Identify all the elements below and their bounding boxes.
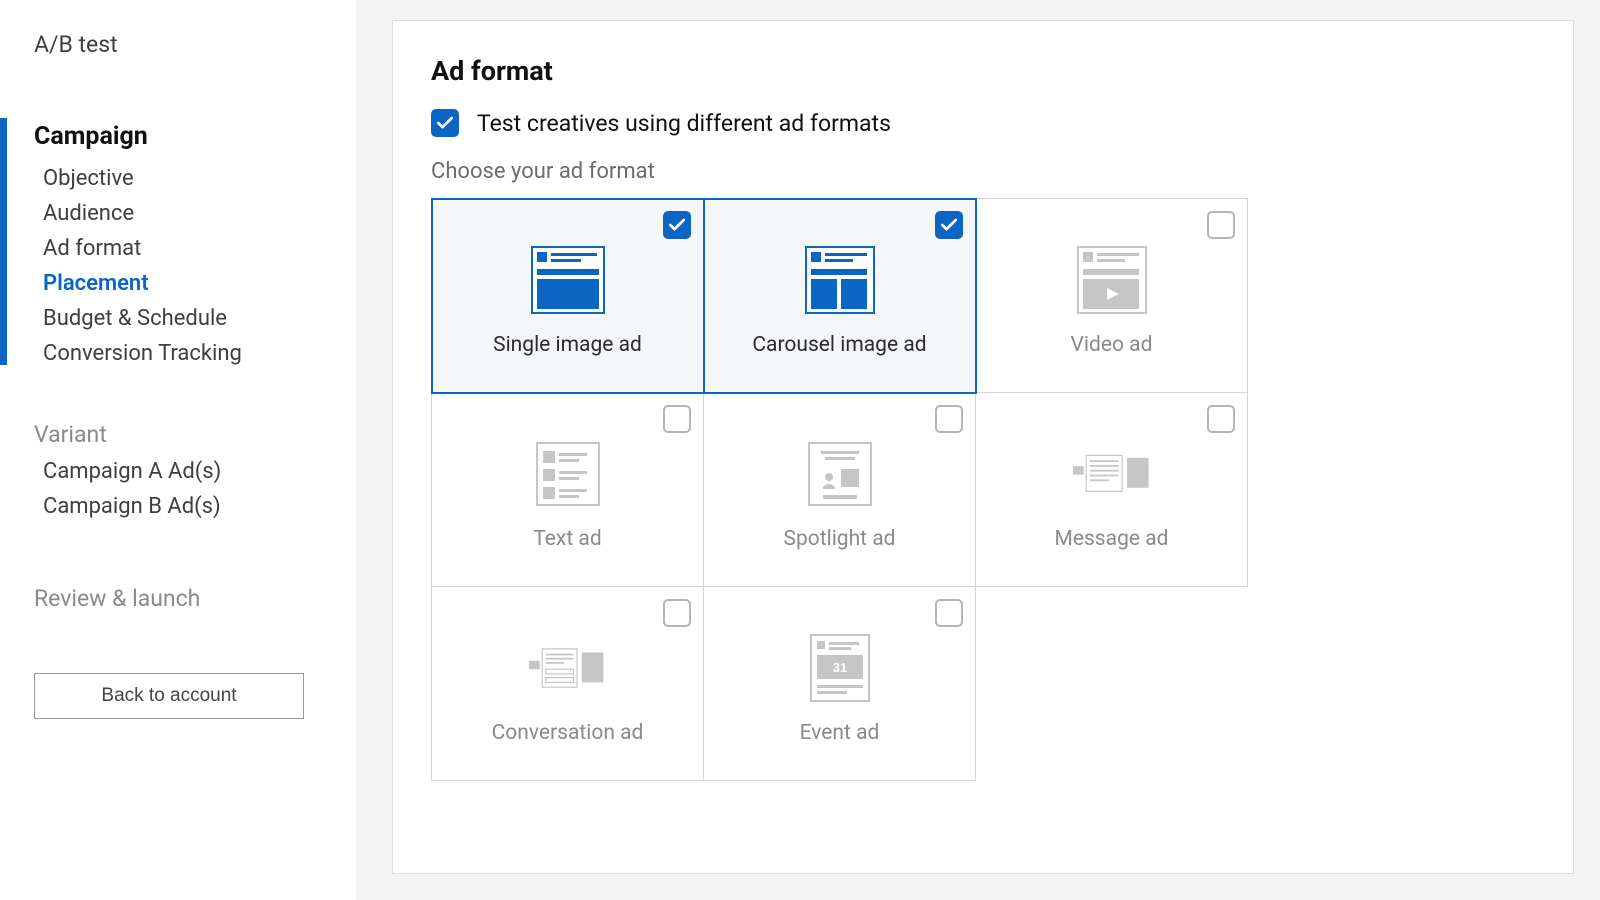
carousel-icon (801, 241, 879, 319)
format-tile-text[interactable]: Text ad (432, 393, 704, 587)
format-label-conversation: Conversation ad (492, 721, 644, 745)
nav-item-campaign-b-ads[interactable]: Campaign B Ad(s) (34, 489, 332, 524)
nav-sub-item-budget[interactable]: Budget & Schedule (34, 301, 332, 336)
format-checkbox-video[interactable] (1207, 211, 1235, 239)
format-label-message: Message ad (1055, 527, 1169, 551)
format-checkbox-single-image[interactable] (663, 211, 691, 239)
format-label-text: Text ad (533, 527, 601, 551)
format-tile-conversation[interactable]: Conversation ad (432, 587, 704, 781)
checkmark-icon (939, 215, 959, 235)
format-label-spotlight: Spotlight ad (783, 527, 895, 551)
test-creatives-row: Test creatives using different ad format… (431, 109, 1535, 137)
section-heading: Ad format (431, 55, 1535, 87)
nav-sub-item-conversion[interactable]: Conversion Tracking (34, 336, 332, 371)
format-checkbox-spotlight[interactable] (935, 405, 963, 433)
text-ad-icon (529, 435, 607, 513)
ad-format-grid: Single image ad (431, 198, 1248, 781)
nav-item-review-launch[interactable]: Review & launch (34, 578, 332, 620)
format-checkbox-event[interactable] (935, 599, 963, 627)
format-checkbox-conversation[interactable] (663, 599, 691, 627)
nav-item-campaign-a-ads[interactable]: Campaign A Ad(s) (34, 454, 332, 489)
event-icon: 31 (801, 629, 879, 707)
spotlight-icon (801, 435, 879, 513)
format-label-single-image: Single image ad (493, 333, 642, 357)
message-icon (1073, 435, 1151, 513)
nav-sub-item-objective[interactable]: Objective (34, 161, 332, 196)
accent-bar (0, 118, 7, 365)
test-creatives-label: Test creatives using different ad format… (477, 110, 891, 137)
nav-section-variant: Variant Campaign A Ad(s) Campaign B Ad(s… (34, 417, 332, 524)
nav-sub-item-placement[interactable]: Placement (34, 266, 332, 301)
format-tile-video[interactable]: Video ad (976, 199, 1248, 393)
format-label-video: Video ad (1071, 333, 1153, 357)
test-creatives-checkbox[interactable] (431, 109, 459, 137)
nav-section-campaign: Campaign Objective Audience Ad format Pl… (34, 112, 332, 371)
format-checkbox-message[interactable] (1207, 405, 1235, 433)
format-label-event: Event ad (800, 721, 880, 745)
format-checkbox-text[interactable] (663, 405, 691, 433)
checkmark-icon (667, 215, 687, 235)
format-tile-single-image[interactable]: Single image ad (432, 199, 704, 393)
format-label-carousel: Carousel image ad (752, 333, 926, 357)
format-tile-carousel[interactable]: Carousel image ad (704, 199, 976, 393)
format-tile-spotlight[interactable]: Spotlight ad (704, 393, 976, 587)
format-tile-message[interactable]: Message ad (976, 393, 1248, 587)
svg-text:31: 31 (832, 660, 846, 675)
nav-item-abtest[interactable]: A/B test (34, 24, 332, 66)
single-image-icon (529, 241, 607, 319)
choose-format-label: Choose your ad format (431, 159, 1535, 184)
sidebar: A/B test Campaign Objective Audience Ad … (0, 0, 356, 900)
nav-section-title-campaign[interactable]: Campaign (34, 112, 332, 161)
format-tile-event[interactable]: 31 Event ad (704, 587, 976, 781)
back-to-account-button[interactable]: Back to account (34, 673, 304, 719)
main-panel: Ad format Test creatives using different… (356, 0, 1600, 900)
nav-section-title-variant: Variant (34, 417, 332, 454)
conversation-icon (529, 629, 607, 707)
format-checkbox-carousel[interactable] (935, 211, 963, 239)
video-icon (1073, 241, 1151, 319)
ad-format-card: Ad format Test creatives using different… (392, 20, 1574, 874)
nav-sub-item-ad-format[interactable]: Ad format (34, 231, 332, 266)
nav-sub-item-audience[interactable]: Audience (34, 196, 332, 231)
checkmark-icon (435, 113, 455, 133)
